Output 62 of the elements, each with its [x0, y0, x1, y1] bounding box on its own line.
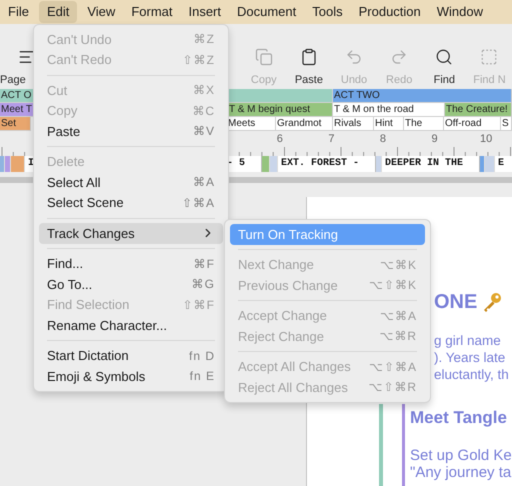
- menu-item[interactable]: Paste ⌘V: [39, 121, 223, 142]
- menu-item[interactable]: Go To... ⌘G: [39, 274, 223, 294]
- undo-icon: [345, 48, 364, 66]
- document-text: g girl name: [434, 332, 502, 349]
- timeline-band[interactable]: T & M on the road: [333, 103, 445, 117]
- copy-icon: [254, 48, 273, 66]
- ruler-number: 10: [479, 132, 494, 145]
- timeline-band[interactable]: ACT TWO: [333, 89, 512, 103]
- menu-bar-item[interactable]: Tools: [304, 1, 351, 23]
- menu-item[interactable]: Find... ⌘F: [39, 254, 223, 274]
- menu-item[interactable]: Track Changes: [39, 223, 223, 244]
- ruler-number: 8: [378, 132, 388, 145]
- scene-heading[interactable]: E: [495, 156, 512, 172]
- ruler-number: 9: [430, 132, 439, 145]
- ruler-number: 6: [276, 132, 284, 145]
- timeline-band[interactable]: T & M begin quest: [228, 103, 333, 117]
- menu-bar-item[interactable]: Format: [123, 1, 180, 23]
- menu-bar-item[interactable]: File: [0, 1, 37, 23]
- ruler-number: 7: [327, 132, 336, 145]
- timeline-band[interactable]: S: [501, 117, 512, 131]
- menu-bar-item[interactable]: Insert: [180, 1, 229, 23]
- scene-marker[interactable]: [485, 156, 495, 172]
- key-icon: [482, 292, 502, 312]
- timeline-band[interactable]: Set: [0, 117, 31, 131]
- document-text: "Any journey ta: [410, 464, 512, 480]
- scene-heading[interactable]: EXT. FOREST -: [278, 156, 376, 172]
- square-icon: [480, 48, 498, 66]
- menu-bar-item[interactable]: Document: [229, 1, 304, 23]
- document-text: ). Years late: [434, 349, 506, 366]
- scene-marker[interactable]: [5, 156, 11, 172]
- timeline-band[interactable]: The Creature!: [445, 103, 512, 117]
- scene-marker[interactable]: [11, 156, 25, 172]
- timeline-band[interactable]: Off-road: [444, 117, 501, 131]
- menu-bar-item[interactable]: Production: [350, 1, 429, 23]
- menu-bar-item[interactable]: Edit: [38, 1, 78, 23]
- toolbar-button[interactable]: Paste: [286, 48, 332, 88]
- timeline-band[interactable]: Rivals: [333, 117, 374, 131]
- timeline-band[interactable]: The: [404, 117, 444, 131]
- clipboard-icon: [300, 48, 318, 66]
- menu-item[interactable]: Rename Character...: [39, 315, 223, 336]
- scene-marker[interactable]: [0, 156, 5, 172]
- menu-bar-item[interactable]: View: [79, 1, 124, 23]
- timeline-band[interactable]: Meets: [227, 117, 276, 131]
- document-text: Set up Gold Ke: [410, 446, 512, 464]
- scene-title: Meet Tangle: [410, 407, 508, 429]
- timeline-band[interactable]: Grandmot: [276, 117, 333, 131]
- menu-bar-item[interactable]: Window: [428, 1, 492, 23]
- menu-item[interactable]: Start Dictation fn D: [39, 346, 223, 366]
- document-text: eluctantly, th: [434, 366, 510, 383]
- document-title: ONE: [434, 290, 478, 315]
- scene-marker[interactable]: [270, 156, 278, 172]
- timeline-band[interactable]: Hint: [374, 117, 404, 131]
- scene-heading[interactable]: DEEPER IN THE: [382, 156, 480, 172]
- scene-marker[interactable]: [376, 156, 382, 172]
- toolbar-button[interactable]: Find: [422, 48, 467, 88]
- menu-item[interactable]: Select All ⌘A: [39, 172, 223, 192]
- menu-item[interactable]: Select Scene ⇧⌘A: [39, 192, 223, 213]
- redo-icon: [390, 48, 408, 66]
- menu-item[interactable]: Emoji & Symbols fn E: [39, 366, 223, 386]
- search-icon: [435, 48, 454, 66]
- scene-marker[interactable]: [262, 156, 270, 172]
- scene-marker[interactable]: [480, 156, 485, 172]
